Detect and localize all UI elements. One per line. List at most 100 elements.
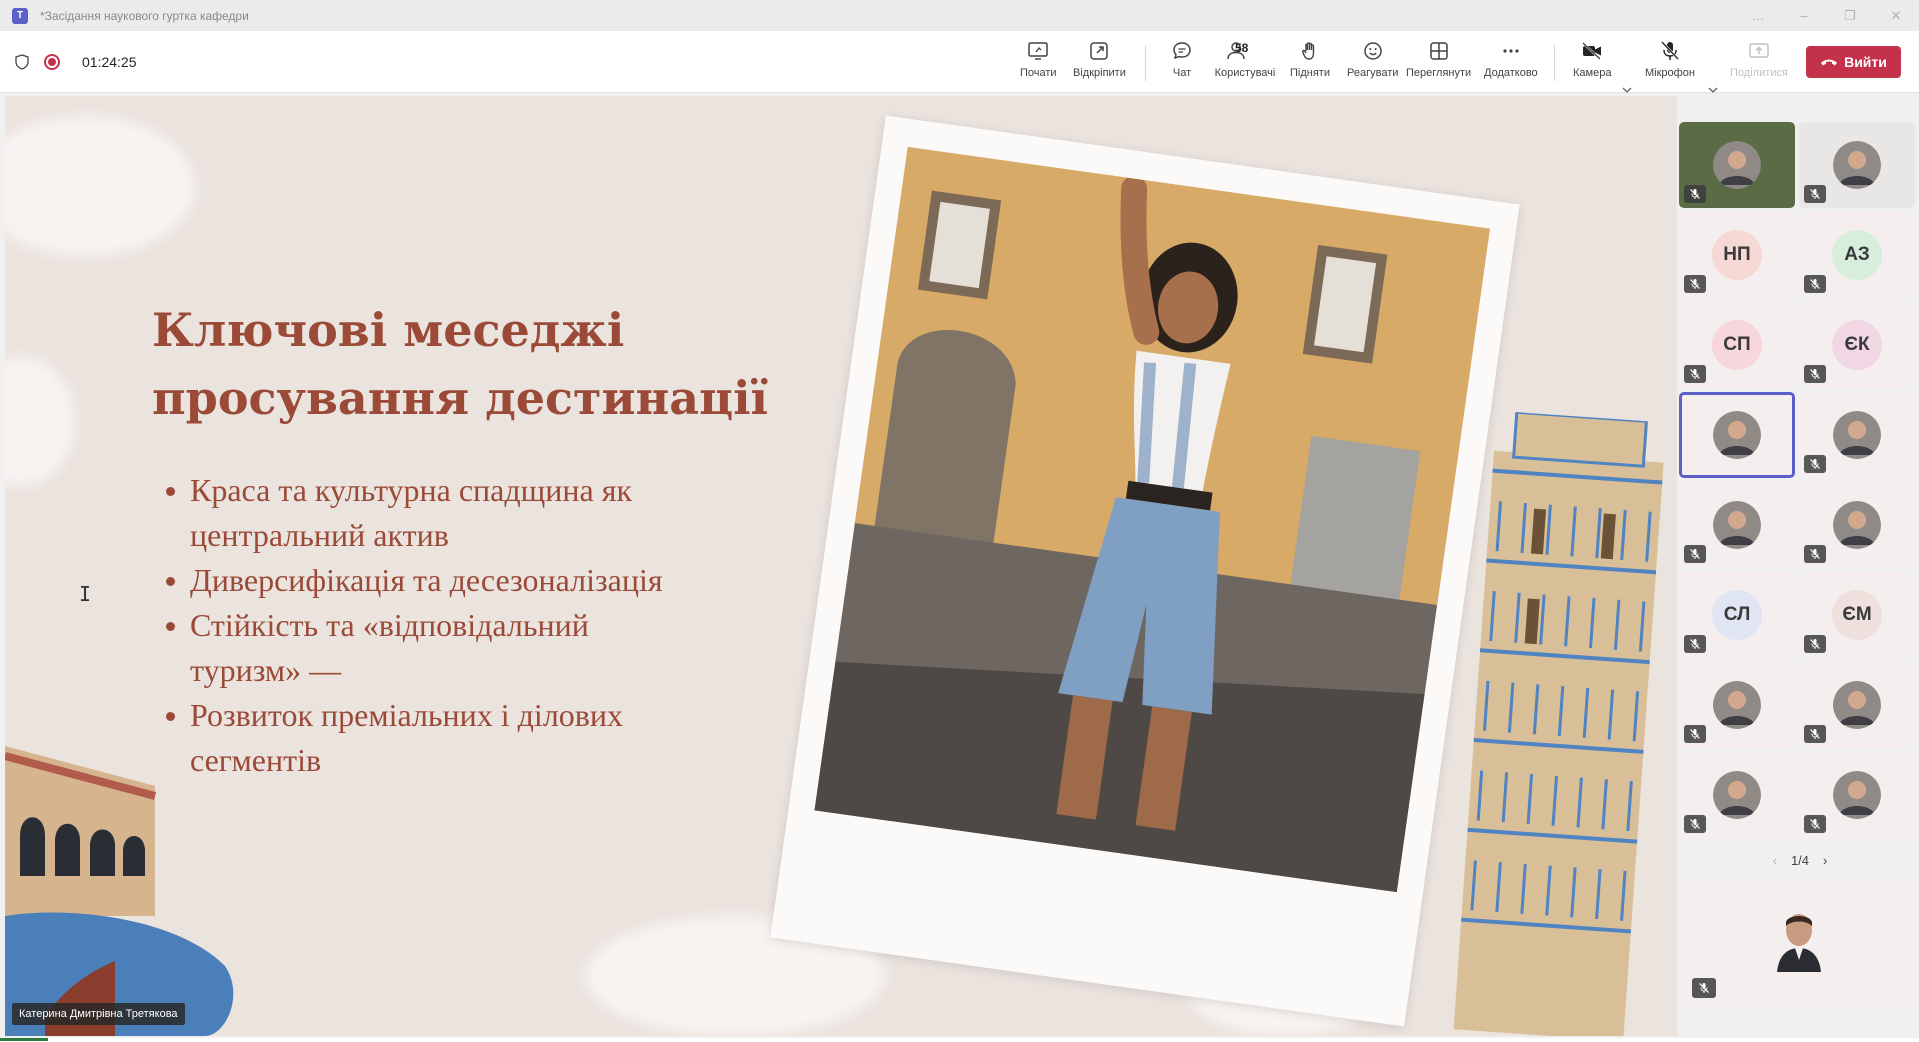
slide-bullet: Стійкість та «відповідальний туризм» — — [160, 603, 800, 693]
mic-off-icon — [1661, 41, 1679, 60]
mic-off-icon — [1690, 729, 1700, 739]
pager-next-icon[interactable]: › — [1823, 853, 1827, 868]
participant-tile[interactable] — [1679, 662, 1795, 748]
mic-muted-indicator — [1684, 545, 1706, 563]
leave-label: Вийти — [1844, 54, 1887, 70]
participant-tile[interactable]: СЛ — [1679, 572, 1795, 658]
teams-icon: T — [12, 7, 28, 24]
traveler-photo — [814, 146, 1490, 893]
participant-tile[interactable] — [1679, 122, 1795, 208]
participant-photo-avatar — [1713, 681, 1761, 729]
participant-tile[interactable] — [1679, 752, 1795, 838]
grid-icon — [1429, 42, 1448, 60]
participant-tile[interactable]: ЄМ — [1799, 572, 1915, 658]
mic-muted-indicator — [1804, 455, 1826, 473]
participant-initials-avatar: СЛ — [1712, 590, 1762, 640]
mic-muted-indicator — [1804, 725, 1826, 743]
microphone-options-chevron-icon[interactable] — [1708, 85, 1718, 95]
smile-icon — [1363, 42, 1382, 60]
participant-tile[interactable] — [1799, 662, 1915, 748]
people-button[interactable]: 58 Користувачі — [1213, 39, 1277, 87]
start-recording-button[interactable]: Почати — [1020, 39, 1057, 87]
gallery-pager: ‹ 1/4 › — [1760, 850, 1840, 870]
share-icon — [1749, 43, 1769, 58]
mic-off-icon — [1690, 279, 1700, 289]
bullet-line: туризм» — — [190, 652, 342, 688]
participant-initials-avatar: ЄМ — [1832, 590, 1882, 640]
slide-bullet: Розвиток преміальних і ділових сегментів — [160, 693, 800, 783]
popout-label: Відкріпити — [1073, 67, 1126, 79]
pager-prev-icon[interactable]: ‹ — [1773, 853, 1777, 868]
raise-hand-label: Підняти — [1290, 67, 1330, 79]
traveler-illustration — [814, 146, 1490, 893]
mic-muted-indicator — [1804, 365, 1826, 383]
self-video-tile[interactable] — [1680, 878, 1916, 1010]
microphone-button[interactable]: Мікрофон — [1645, 39, 1695, 87]
mic-off-icon — [1690, 549, 1700, 559]
progress-strip — [0, 1038, 1919, 1042]
participant-photo-avatar — [1833, 411, 1881, 459]
participant-initials-avatar: ЄК — [1832, 320, 1882, 370]
mic-off-icon — [1699, 983, 1709, 993]
people-label: Користувачі — [1214, 67, 1276, 79]
participant-tile[interactable]: ЄК — [1799, 302, 1915, 388]
participant-tile[interactable] — [1679, 482, 1795, 568]
shield-icon — [15, 54, 29, 70]
participant-tile[interactable] — [1679, 392, 1795, 478]
mic-muted-indicator — [1684, 635, 1706, 653]
mic-off-icon — [1690, 639, 1700, 649]
camera-label: Камера — [1573, 67, 1612, 79]
participant-photo-avatar — [1713, 411, 1761, 459]
cloud-decoration — [5, 116, 195, 256]
leave-button[interactable]: Вийти — [1806, 46, 1901, 78]
participant-photo-avatar — [1833, 681, 1881, 729]
window-more-button[interactable]: … — [1735, 0, 1781, 31]
record-screen-icon — [1028, 42, 1049, 60]
participant-photo-avatar — [1713, 141, 1761, 189]
chat-button[interactable]: Чат — [1170, 39, 1194, 87]
participant-tile[interactable] — [1799, 752, 1915, 838]
more-label: Додатково — [1484, 67, 1538, 79]
camera-button[interactable]: Камера — [1573, 39, 1611, 87]
progress-bar — [0, 1038, 48, 1041]
bullet-line: центральний актив — [190, 517, 449, 553]
participant-photo-avatar — [1713, 771, 1761, 819]
popout-button[interactable]: Відкріпити — [1073, 39, 1126, 87]
camera-off-icon — [1582, 42, 1602, 60]
camera-options-chevron-icon[interactable] — [1622, 85, 1632, 95]
mic-off-icon — [1690, 189, 1700, 199]
participant-photo-avatar — [1713, 501, 1761, 549]
more-icon — [1503, 49, 1519, 53]
mic-muted-indicator — [1804, 635, 1826, 653]
view-label: Переглянути — [1406, 67, 1472, 79]
participant-tile[interactable] — [1799, 122, 1915, 208]
participant-tile[interactable]: АЗ — [1799, 212, 1915, 298]
mic-muted-indicator — [1684, 185, 1706, 203]
mic-muted-indicator — [1804, 545, 1826, 563]
react-button[interactable]: Реагувати — [1347, 39, 1398, 87]
minimize-button[interactable]: – — [1781, 0, 1827, 31]
participant-photo-avatar — [1833, 141, 1881, 189]
participant-initials-avatar: СП — [1712, 320, 1762, 370]
participant-tile[interactable] — [1799, 482, 1915, 568]
popout-icon — [1090, 42, 1109, 60]
participant-tile[interactable]: СП — [1679, 302, 1795, 388]
window-title: *Засідання наукового гуртка кафедри — [40, 8, 249, 23]
participant-tile[interactable]: НП — [1679, 212, 1795, 298]
participant-tile[interactable] — [1799, 392, 1915, 478]
participant-photo-avatar — [1833, 771, 1881, 819]
maximize-button[interactable]: ❐ — [1827, 0, 1873, 31]
more-button[interactable]: Додатково — [1484, 39, 1538, 87]
phone-icon — [1821, 59, 1838, 66]
mic-off-icon — [1690, 369, 1700, 379]
raise-hand-button[interactable]: Підняти — [1290, 39, 1330, 87]
mic-off-icon — [1810, 639, 1820, 649]
mic-muted-indicator — [1804, 815, 1826, 833]
close-button[interactable]: ✕ — [1873, 0, 1919, 31]
mic-muted-indicator — [1804, 185, 1826, 203]
toolbar-divider — [1145, 45, 1146, 81]
view-button[interactable]: Переглянути — [1406, 39, 1471, 87]
bullet-line: Диверсифікація та десезоналізація — [190, 562, 663, 598]
share-button[interactable]: Поділитися — [1730, 39, 1788, 87]
mic-off-icon — [1810, 279, 1820, 289]
